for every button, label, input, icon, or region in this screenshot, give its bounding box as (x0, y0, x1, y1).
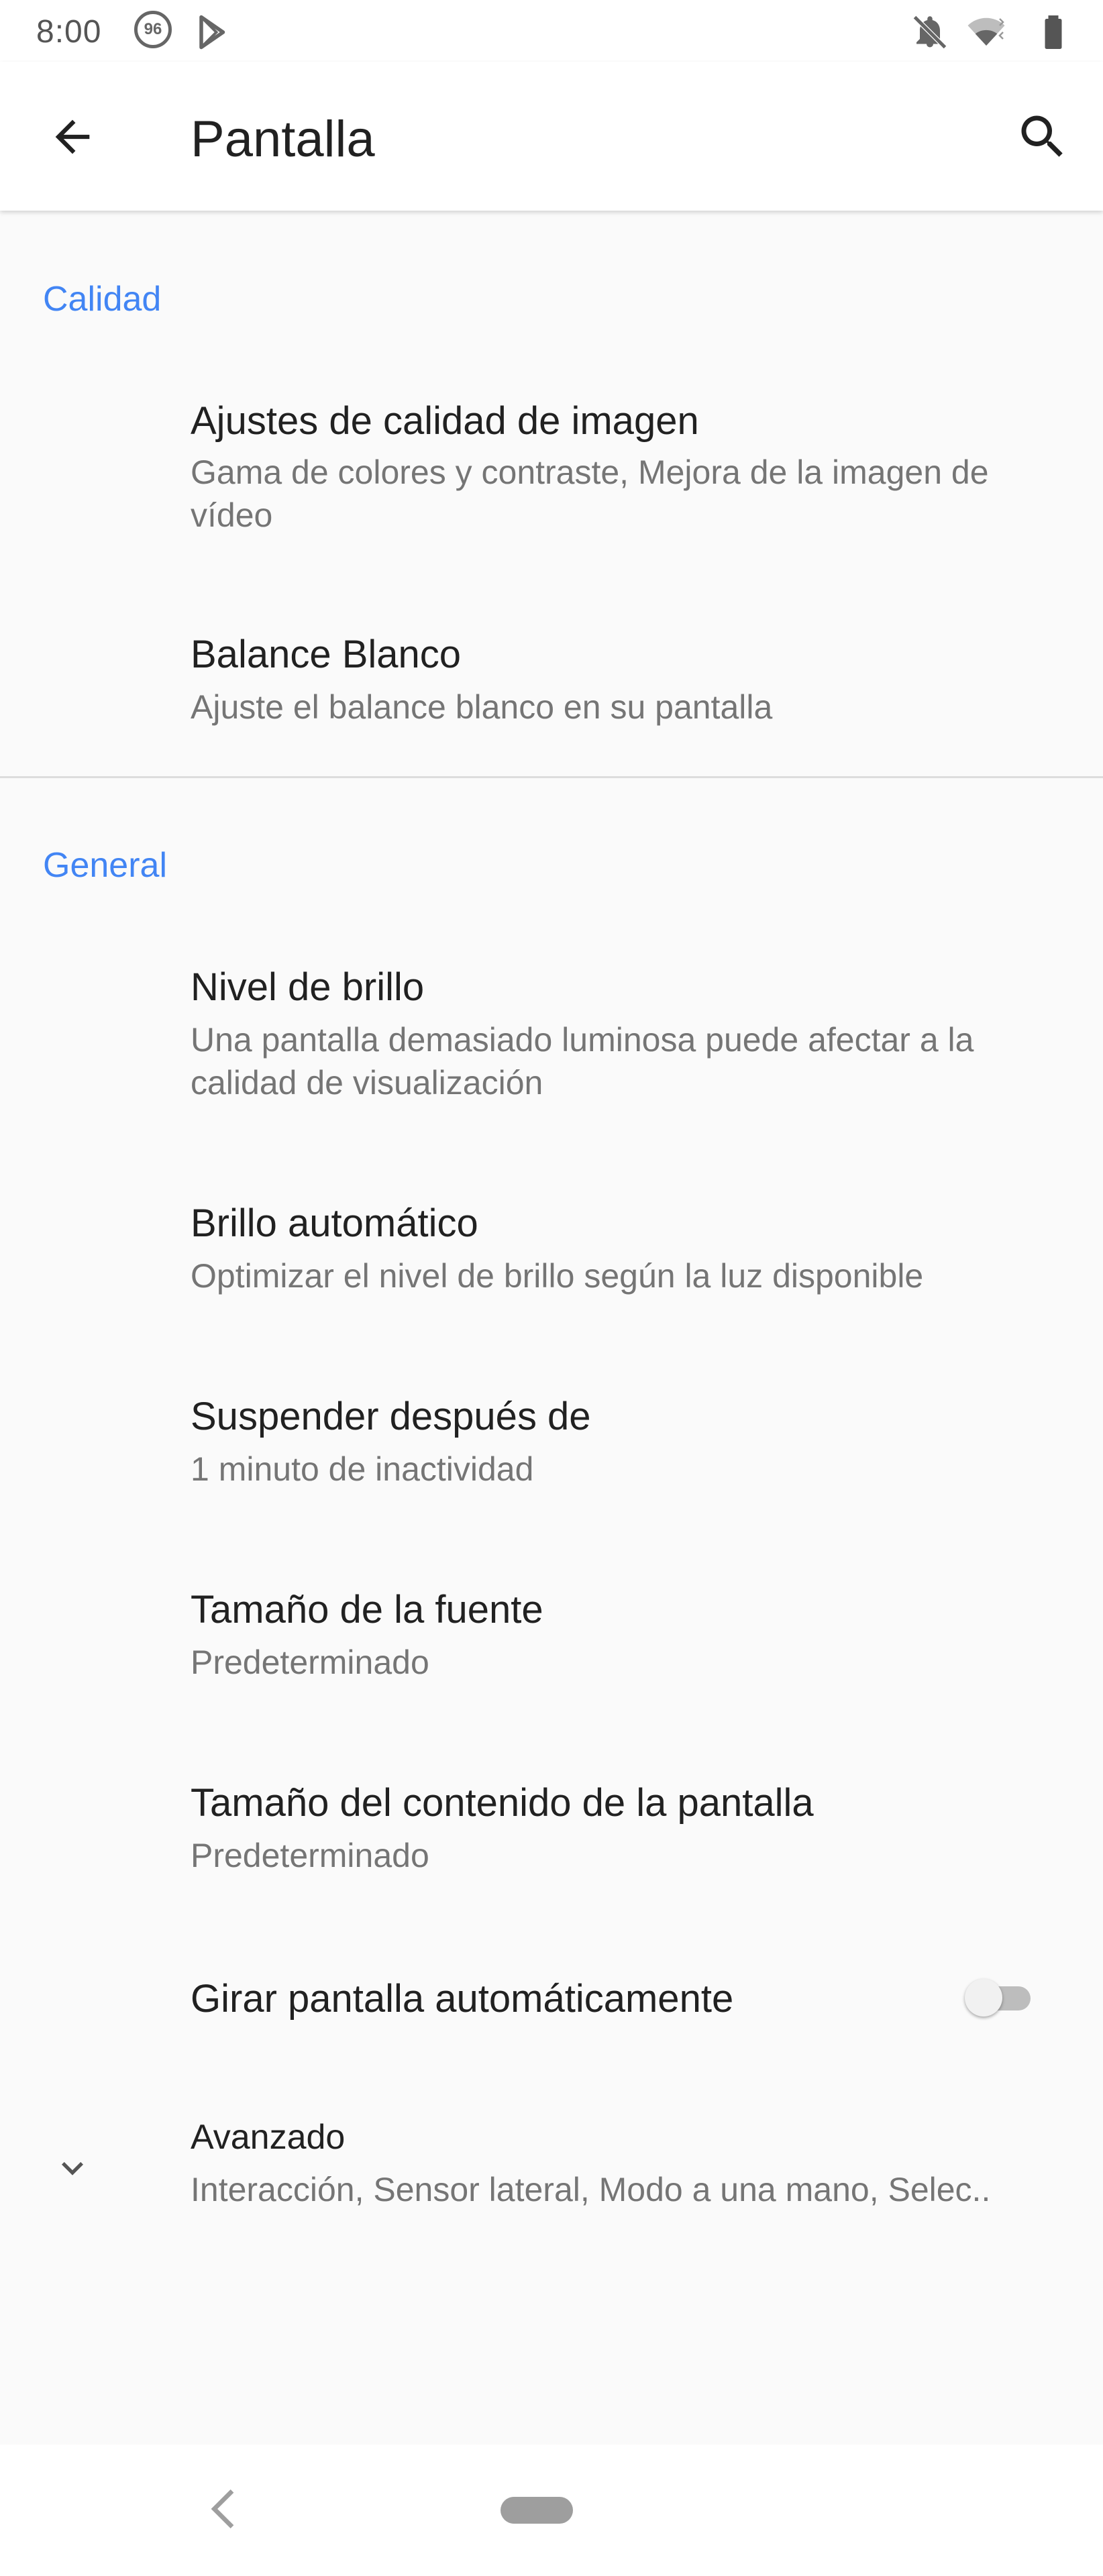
nav-home-pill-icon[interactable] (501, 2497, 573, 2524)
pref-font-size[interactable]: Tamaño de la fuente Predeterminado (0, 1570, 1103, 1751)
status-time: 8:00 (36, 14, 102, 50)
pref-image-quality[interactable]: Ajustes de calidad de imagen Gama de col… (0, 372, 1103, 593)
pref-white-balance[interactable]: Balance Blanco Ajuste el balance blanco … (0, 613, 1103, 774)
pref-title: Girar pantalla automáticamente (191, 1977, 734, 2021)
pref-summary: Ajuste el balance blanco en su pantalla (191, 688, 773, 726)
search-button[interactable] (1008, 102, 1078, 172)
pref-title: Nivel de brillo (191, 965, 425, 1009)
nav-back-icon[interactable] (199, 2482, 252, 2536)
pref-title: Tamaño del contenido de la pantalla (191, 1781, 814, 1825)
pref-title: Brillo automático (191, 1201, 478, 1245)
pref-brightness-level[interactable]: Nivel de brillo Una pantalla demasiado l… (0, 935, 1103, 1157)
search-icon (1021, 115, 1063, 157)
wifi-icon (967, 17, 1005, 46)
pref-summary: Gama de colores y contraste, Mejora de l… (191, 453, 989, 534)
navigation-bar (0, 2445, 1103, 2576)
section-header-quality: Calidad (43, 280, 162, 319)
arrow-back-icon (55, 119, 90, 154)
battery-icon (1045, 15, 1062, 49)
pref-title: Ajustes de calidad de imagen (191, 399, 699, 443)
pref-advanced[interactable]: Avanzado Interacción, Sensor lateral, Mo… (0, 2109, 1103, 2270)
pref-auto-brightness[interactable]: Brillo automático Optimizar el nivel de … (0, 1183, 1103, 1351)
pref-summary: Optimizar el nivel de brillo según la lu… (191, 1257, 924, 1295)
section-divider (0, 776, 1103, 778)
pref-sleep-after[interactable]: Suspender después de 1 minuto de inactiv… (0, 1377, 1103, 1558)
status-bar: 8:00 96 (0, 0, 1103, 62)
toggle-thumb (965, 1979, 1002, 2017)
section-header-general: General (43, 846, 167, 885)
data-saver-badge-icon: 96 (134, 11, 172, 48)
pref-title: Tamaño de la fuente (191, 1588, 543, 1631)
pref-summary: Predeterminado (191, 1644, 429, 1681)
pref-auto-rotate[interactable]: Girar pantalla automáticamente (0, 1962, 1103, 2096)
auto-rotate-toggle[interactable] (965, 1976, 1035, 2017)
back-button[interactable] (38, 102, 107, 172)
pref-display-size[interactable]: Tamaño del contenido de la pantalla Pred… (0, 1763, 1103, 1944)
pref-title: Avanzado (191, 2118, 346, 2157)
chevron-down-icon (62, 2161, 83, 2176)
page-title: Pantalla (191, 111, 375, 168)
pref-summary: Una pantalla demasiado luminosa puede af… (191, 1021, 974, 1102)
pref-title: Balance Blanco (191, 633, 462, 676)
app-bar: Pantalla (0, 62, 1103, 211)
settings-list: Calidad Ajustes de calidad de imagen Gam… (0, 211, 1103, 2445)
pref-summary: 1 minuto de inactividad (191, 1450, 534, 1488)
play-store-icon (199, 15, 225, 50)
pref-title: Suspender después de (191, 1395, 591, 1438)
pref-summary: Interacción, Sensor lateral, Modo a una … (191, 2171, 991, 2208)
notifications-off-icon (912, 15, 947, 50)
pref-summary: Predeterminado (191, 1837, 429, 1874)
